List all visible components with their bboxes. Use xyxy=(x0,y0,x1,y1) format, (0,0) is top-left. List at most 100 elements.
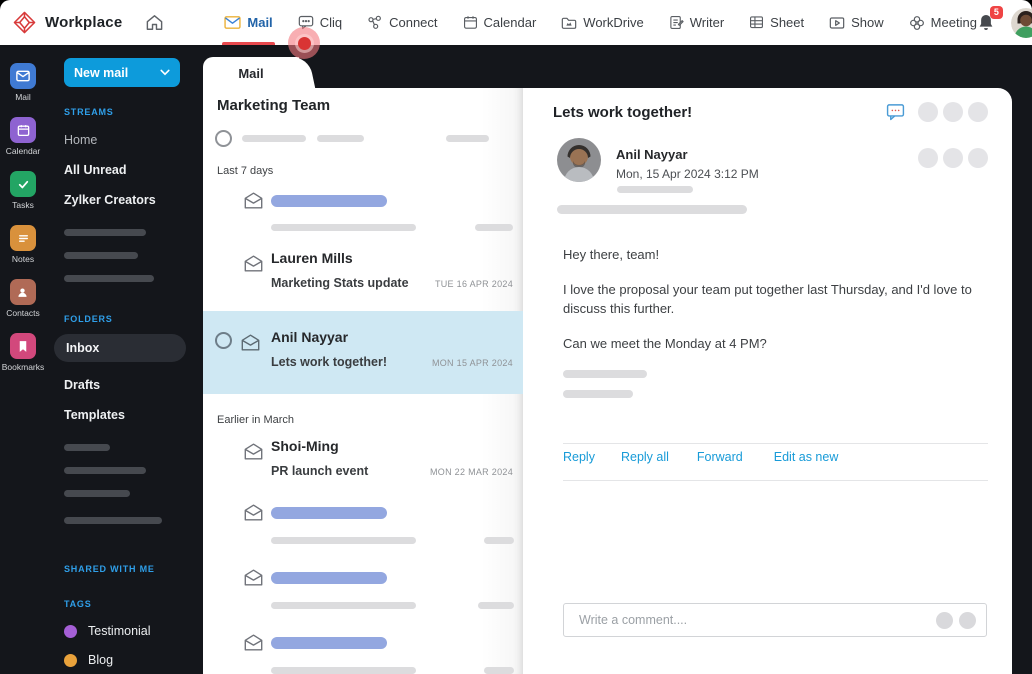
skeleton-bar xyxy=(64,490,130,497)
skeleton-bar xyxy=(242,135,306,142)
skeleton-bar xyxy=(64,275,154,282)
group-label: Earlier in March xyxy=(217,414,295,426)
new-mail-button[interactable]: New mail xyxy=(64,58,180,87)
mail-list-item-shoi-ming[interactable]: Shoi-Ming PR launch event MON 22 MAR 202… xyxy=(203,436,523,488)
skeleton-mail-item[interactable] xyxy=(203,565,523,617)
rail-item-tasks[interactable]: Tasks xyxy=(10,171,36,210)
skeleton-bar xyxy=(271,507,387,519)
mail-tab[interactable]: Mail xyxy=(203,57,299,89)
open-envelope-icon xyxy=(243,254,264,278)
bookmarks-app-icon xyxy=(9,333,36,359)
mail-detail-panel: Lets work together! Anil Nayyar Mon, 15 … xyxy=(523,88,1012,674)
skeleton-bar xyxy=(557,205,747,214)
rail-item-notes[interactable]: Notes xyxy=(10,225,36,264)
forward-button[interactable]: Forward xyxy=(697,450,743,464)
workdrive-icon xyxy=(561,16,577,30)
home-icon[interactable] xyxy=(145,13,164,32)
divider xyxy=(563,480,988,481)
skeleton-mail-item[interactable] xyxy=(203,188,523,238)
mail-body: Hey there, team! I love the proposal you… xyxy=(563,246,1015,369)
skeleton-bar xyxy=(475,224,513,231)
app-rail: Mail Calendar Tasks Notes Contacts Bookm… xyxy=(0,45,46,674)
detail-header: Lets work together! xyxy=(553,102,988,122)
workplace-logo-icon xyxy=(13,11,36,34)
message-action-buttons xyxy=(918,148,988,182)
select-mail-checkbox[interactable] xyxy=(215,332,232,349)
top-nav-meeting[interactable]: Meeting xyxy=(909,0,977,45)
top-navigation: Mail Cliq Connect Calendar WorkDrive Wri… xyxy=(222,0,977,45)
open-envelope-icon xyxy=(240,333,261,357)
action-circle-button[interactable] xyxy=(943,102,963,122)
comment-input[interactable] xyxy=(577,612,930,628)
edit-as-new-button[interactable]: Edit as new xyxy=(774,450,839,464)
mail-list-item-lauren-mills[interactable]: Lauren Mills Marketing Stats update TUE … xyxy=(203,246,523,298)
top-nav-mail[interactable]: Mail xyxy=(222,0,275,45)
comment-action-button[interactable] xyxy=(936,611,953,629)
brand-name: Workplace xyxy=(45,14,123,31)
contacts-app-icon xyxy=(9,279,36,305)
meeting-icon xyxy=(909,15,925,31)
action-circle-button[interactable] xyxy=(918,148,938,168)
sidebar-item-all-unread[interactable]: All Unread xyxy=(64,163,203,177)
rail-item-contacts[interactable]: Contacts xyxy=(6,279,40,318)
open-envelope-icon xyxy=(243,442,264,466)
action-circle-button[interactable] xyxy=(968,102,988,122)
sender-name: Anil Nayyar xyxy=(616,147,688,162)
top-bar: Workplace Mail Cliq Connect Calendar Wor… xyxy=(0,0,1032,45)
main-panel: Marketing Team Last 7 days Lauren Mills … xyxy=(203,88,1012,674)
top-nav-workdrive[interactable]: WorkDrive xyxy=(561,0,644,45)
top-nav-sheet[interactable]: Sheet xyxy=(749,0,804,45)
skeleton-bar xyxy=(271,224,416,231)
sidebar-item-templates[interactable]: Templates xyxy=(64,408,203,422)
comments-icon[interactable] xyxy=(886,103,905,121)
skeleton-mail-item[interactable] xyxy=(203,630,523,674)
reply-button[interactable]: Reply xyxy=(563,450,595,464)
sidebar-item-zylker-creators[interactable]: Zylker Creators xyxy=(64,193,203,207)
sent-timestamp: Mon, 15 Apr 2024 3:12 PM xyxy=(616,167,759,181)
body-paragraph: Hey there, team! xyxy=(563,247,660,262)
sidebar-item-inbox[interactable]: Inbox xyxy=(54,334,186,362)
action-circle-button[interactable] xyxy=(918,102,938,122)
comment-box xyxy=(563,603,987,637)
tag-item-blog[interactable]: Blog xyxy=(64,653,203,667)
notification-badge: 5 xyxy=(989,6,1003,19)
mail-list-item-anil-nayyar[interactable]: Anil Nayyar Lets work together! MON 15 A… xyxy=(203,311,523,394)
skeleton-bar xyxy=(64,517,162,524)
skeleton-bar xyxy=(478,602,514,609)
top-nav-writer[interactable]: Writer xyxy=(669,0,724,45)
skeleton-bar xyxy=(617,186,693,193)
skeleton-bar xyxy=(271,637,387,649)
skeleton-bar xyxy=(271,537,416,544)
rail-item-bookmarks[interactable]: Bookmarks xyxy=(2,333,44,372)
body-paragraph: I love the proposal your team put togeth… xyxy=(563,281,972,316)
app-window: Workplace Mail Cliq Connect Calendar Wor… xyxy=(0,0,1032,674)
shared-section-label[interactable]: SHARED WITH ME xyxy=(64,564,203,574)
skeleton-bar xyxy=(64,444,110,451)
action-circle-button[interactable] xyxy=(968,148,988,168)
tag-color-dot xyxy=(64,624,77,638)
mail-list-panel: Marketing Team Last 7 days Lauren Mills … xyxy=(203,88,523,674)
cursor-click-dot xyxy=(297,36,311,50)
tag-item-testimonial[interactable]: Testimonial xyxy=(64,624,203,638)
skeleton-mail-item[interactable] xyxy=(203,500,523,552)
action-circle-button[interactable] xyxy=(943,148,963,168)
user-avatar[interactable] xyxy=(1010,7,1032,38)
reply-all-button[interactable]: Reply all xyxy=(621,450,669,464)
rail-item-calendar[interactable]: Calendar xyxy=(6,117,40,156)
top-right-controls: 5 xyxy=(977,6,1032,38)
mail-sidebar: New mail STREAMS Home All Unread Zylker … xyxy=(46,45,203,674)
tasks-app-icon xyxy=(10,171,36,197)
open-envelope-icon xyxy=(243,191,264,215)
sidebar-item-drafts[interactable]: Drafts xyxy=(64,378,203,392)
notifications-button[interactable]: 5 xyxy=(977,6,1003,32)
rail-item-mail[interactable]: Mail xyxy=(10,63,36,102)
select-all-checkbox[interactable] xyxy=(215,130,232,147)
sidebar-item-home[interactable]: Home xyxy=(64,133,203,147)
sender-row: Anil Nayyar Mon, 15 Apr 2024 3:12 PM xyxy=(557,138,988,182)
sheet-icon xyxy=(749,15,764,30)
top-nav-connect[interactable]: Connect xyxy=(367,0,438,45)
comment-action-button[interactable] xyxy=(959,611,976,629)
tag-color-dot xyxy=(64,653,77,667)
top-nav-calendar[interactable]: Calendar xyxy=(463,0,536,45)
top-nav-show[interactable]: Show xyxy=(829,0,884,45)
